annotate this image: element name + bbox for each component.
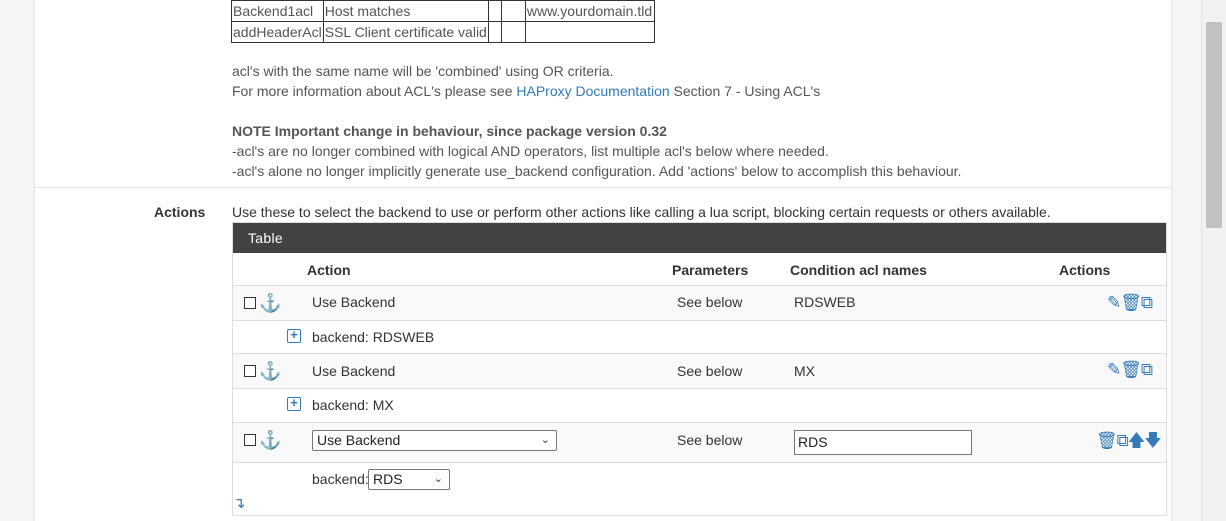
backend-detail: backend: MX bbox=[312, 397, 394, 413]
anchor-icon[interactable]: ⚓ bbox=[259, 431, 281, 449]
page-scrollbar[interactable] bbox=[1201, 0, 1226, 521]
copy-icon[interactable]: ⧉ bbox=[1117, 431, 1129, 450]
arrow-up-icon[interactable]: 🡅 bbox=[1128, 431, 1146, 450]
trash-icon[interactable]: 🗑 bbox=[1120, 360, 1142, 379]
acl-table: Backend1acl Host matches www.yourdomain.… bbox=[231, 0, 655, 43]
acl-value-cell: www.yourdomain.tld bbox=[524, 0, 655, 22]
parameters-cell: See below bbox=[677, 432, 743, 448]
backend-detail: backend: RDSWEB bbox=[312, 329, 435, 345]
acl-name-cell: Backend1acl bbox=[231, 0, 324, 22]
table-row: ⚓ Use Backend See below MX ✎🗑⧉ bbox=[233, 353, 1166, 388]
column-header-parameters: Parameters bbox=[672, 262, 749, 278]
actions-table-title: Table bbox=[233, 223, 1166, 253]
more-info-prefix: For more information about ACL's please … bbox=[232, 83, 517, 99]
row-action-icons: 🗑⧉🡅🡇 bbox=[1096, 428, 1162, 457]
column-header-actions: Actions bbox=[1059, 262, 1111, 278]
table-row-detail: + backend: RDSWEB bbox=[233, 320, 1166, 353]
acl-not-cell bbox=[500, 0, 526, 22]
table-row-detail: + backend: MX bbox=[233, 388, 1166, 422]
acl-more-info: For more information about ACL's please … bbox=[232, 83, 820, 99]
acl-expression-cell: Host matches bbox=[322, 0, 489, 22]
table-row-editing: ⚓ Use Backend ⌄ See below RDS 🗑⧉🡅🡇 bbox=[233, 422, 1166, 462]
note-title: NOTE Important change in behaviour, sinc… bbox=[232, 123, 667, 139]
row-select-checkbox[interactable] bbox=[244, 365, 256, 377]
condition-acl-input[interactable]: RDS bbox=[794, 430, 972, 455]
acl-name-cell: addHeaderAcl bbox=[231, 21, 324, 43]
copy-icon[interactable]: ⧉ bbox=[1141, 360, 1153, 379]
chevron-down-icon: ⌄ bbox=[433, 473, 443, 485]
action-select[interactable]: Use Backend ⌄ bbox=[312, 430, 557, 451]
condition-cell: RDSWEB bbox=[794, 294, 856, 310]
parameters-cell: See below bbox=[677, 294, 743, 310]
insert-arrow-icon[interactable]: ↴ bbox=[233, 495, 246, 513]
acl-combined-note: acl's with the same name will be 'combin… bbox=[232, 63, 614, 79]
row-select-checkbox[interactable] bbox=[244, 434, 256, 446]
table-row-detail: backend: RDS ⌄ ↴ bbox=[233, 462, 1166, 515]
chevron-down-icon: ⌄ bbox=[540, 434, 550, 446]
note-line-2: -acl's alone no longer implicitly genera… bbox=[232, 163, 962, 179]
action-select-value: Use Backend bbox=[317, 432, 401, 448]
note-line-1: -acl's are no longer combined with logic… bbox=[232, 143, 829, 159]
more-info-suffix: Section 7 - Using ACL's bbox=[669, 83, 821, 99]
action-cell: Use Backend bbox=[312, 294, 396, 310]
backend-label: backend: bbox=[312, 471, 369, 487]
acl-value-cell bbox=[524, 21, 655, 43]
trash-icon[interactable]: 🗑 bbox=[1096, 431, 1118, 450]
anchor-icon[interactable]: ⚓ bbox=[259, 362, 281, 380]
row-action-icons: ✎🗑⧉ bbox=[1107, 293, 1153, 313]
trash-icon[interactable]: 🗑 bbox=[1120, 293, 1142, 312]
plus-square-icon[interactable]: + bbox=[287, 396, 301, 411]
copy-icon[interactable]: ⧉ bbox=[1141, 293, 1153, 312]
parameters-cell: See below bbox=[677, 363, 743, 379]
scrollbar-thumb[interactable] bbox=[1206, 22, 1222, 228]
arrow-down-icon[interactable]: 🡇 bbox=[1144, 431, 1162, 450]
acl-not-cell bbox=[500, 21, 526, 43]
section-divider bbox=[34, 187, 1172, 188]
backend-select-value: RDS bbox=[373, 471, 403, 487]
plus-square-icon[interactable]: + bbox=[287, 328, 301, 343]
actions-section-description: Use these to select the backend to use o… bbox=[232, 204, 1051, 220]
table-row: ⚓ Use Backend See below RDSWEB ✎🗑⧉ bbox=[233, 285, 1166, 320]
haproxy-documentation-link[interactable]: HAProxy Documentation bbox=[516, 83, 669, 99]
pencil-icon[interactable]: ✎ bbox=[1107, 293, 1121, 312]
table-row: addHeaderAcl SSL Client certificate vali… bbox=[231, 21, 655, 43]
action-cell: Use Backend bbox=[312, 363, 396, 379]
column-header-condition: Condition acl names bbox=[790, 262, 927, 278]
backend-select[interactable]: RDS ⌄ bbox=[368, 469, 450, 490]
anchor-icon[interactable]: ⚓ bbox=[259, 294, 281, 312]
row-select-checkbox[interactable] bbox=[244, 297, 256, 309]
column-header-action: Action bbox=[307, 262, 351, 278]
actions-table: Table Action Parameters Condition acl na… bbox=[232, 222, 1167, 516]
condition-cell: MX bbox=[794, 363, 815, 379]
row-action-icons: ✎🗑⧉ bbox=[1107, 360, 1153, 380]
acl-casesensitive-cell bbox=[487, 0, 502, 22]
actions-section-label: Actions bbox=[154, 204, 206, 220]
table-row: Backend1acl Host matches www.yourdomain.… bbox=[231, 0, 655, 22]
acl-expression-cell: SSL Client certificate valid bbox=[322, 21, 489, 43]
pencil-icon[interactable]: ✎ bbox=[1107, 360, 1121, 379]
acl-casesensitive-cell bbox=[487, 21, 502, 43]
